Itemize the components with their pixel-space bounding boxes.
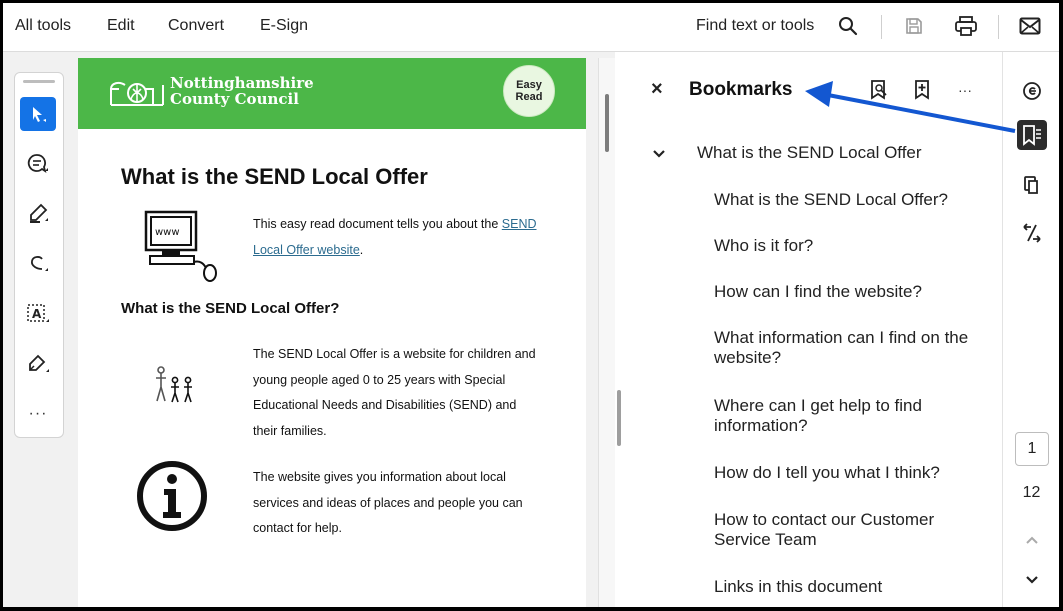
svg-text:A: A [32, 307, 42, 321]
panel-drag-handle[interactable] [23, 80, 55, 83]
bookmarks-more-button[interactable]: ··· [953, 78, 977, 102]
document-scrollbar[interactable] [598, 58, 616, 607]
chevron-down-icon[interactable] [1017, 565, 1047, 595]
intro-end: . [359, 242, 364, 257]
easy-read-badge: Easy Read [503, 65, 555, 117]
bookmark-item[interactable]: What information can I find on the websi… [714, 328, 984, 368]
intro-text: This easy read document tells you about … [253, 217, 499, 231]
document-page: Nottinghamshire County Council Easy Read… [78, 58, 586, 607]
mail-icon[interactable] [1017, 13, 1043, 39]
document-viewer: Nottinghamshire County Council Easy Read… [78, 52, 616, 607]
select-cursor-icon[interactable] [20, 97, 56, 131]
scrollbar-thumb[interactable] [605, 94, 609, 152]
current-page-input[interactable]: 1 [1015, 432, 1049, 466]
toolbar-divider [998, 15, 999, 39]
bookmark-item[interactable]: Who is it for? [714, 236, 984, 256]
bookmark-parent[interactable]: What is the SEND Local Offer [697, 143, 922, 163]
menu-edit[interactable]: Edit [107, 17, 135, 35]
bookmark-item[interactable]: How can I find the website? [714, 282, 984, 302]
section-heading: What is the SEND Local Offer? [121, 300, 340, 317]
bookmark-item[interactable]: What is the SEND Local Offer? [714, 190, 984, 210]
sign-icon[interactable] [20, 347, 56, 381]
right-icon-rail: 1 12 [1002, 52, 1059, 607]
text-select-icon[interactable]: A [20, 297, 56, 331]
www-label: www [155, 227, 180, 238]
computer-www-icon: www [140, 208, 222, 287]
bookmarks-title: Bookmarks [689, 79, 793, 100]
bookmarks-panel: × Bookmarks ··· What is the SEND Local O… [625, 52, 1002, 607]
bookmark-item[interactable]: Links in this document [714, 577, 984, 597]
panel-splitter[interactable] [615, 52, 625, 607]
add-bookmark-icon[interactable] [910, 78, 934, 102]
bookmark-panel-icon[interactable] [1017, 120, 1047, 150]
menu-esign[interactable]: E-Sign [260, 17, 308, 35]
left-tool-rail: A ··· [3, 52, 78, 607]
intro-paragraph: This easy read document tells you about … [253, 212, 543, 263]
comment-icon[interactable] [20, 147, 56, 181]
council-name: Nottinghamshire County Council [170, 75, 314, 107]
bookmark-item[interactable]: How do I tell you what I think? [714, 463, 984, 483]
chevron-up-icon[interactable] [1017, 525, 1047, 555]
top-menu-bar: All tools Edit Convert E-Sign Find text … [3, 3, 1059, 52]
draw-freehand-icon[interactable] [20, 247, 56, 281]
document-title: What is the SEND Local Offer [121, 164, 428, 189]
council-name-line2: County Council [170, 90, 299, 108]
information-paragraph: The website gives you information about … [253, 470, 523, 535]
menu-convert[interactable]: Convert [168, 17, 224, 35]
splitter-handle[interactable] [617, 390, 621, 446]
information-icon [136, 460, 208, 537]
comment-panel-icon[interactable] [1017, 76, 1047, 106]
compare-icon[interactable] [1017, 218, 1047, 248]
easy-read-line2: Read [515, 91, 543, 103]
bookmark-item[interactable]: Where can I get help to find information… [714, 396, 984, 436]
council-banner: Nottinghamshire County Council Easy Read [78, 58, 586, 129]
print-icon[interactable] [953, 13, 979, 39]
easy-read-line1: Easy [516, 79, 542, 91]
pages-icon[interactable] [1017, 170, 1047, 200]
save-icon[interactable] [901, 13, 927, 39]
chevron-down-icon[interactable] [652, 146, 666, 164]
council-logo-icon [109, 79, 165, 112]
close-panel-button[interactable]: × [651, 78, 663, 101]
find-text-or-tools[interactable]: Find text or tools [696, 17, 814, 35]
description-paragraph: The SEND Local Offer is a website for ch… [253, 347, 536, 438]
search-icon[interactable] [835, 13, 861, 39]
highlight-pen-icon[interactable] [20, 197, 56, 231]
app-window: All tools Edit Convert E-Sign Find text … [3, 3, 1059, 607]
total-pages: 12 [1022, 484, 1041, 501]
more-tools-icon[interactable]: ··· [20, 397, 56, 431]
people-family-icon [153, 366, 197, 409]
bookmark-item[interactable]: How to contact our Customer Service Team [714, 510, 984, 550]
quick-tools-panel: A ··· [14, 72, 64, 438]
menu-all-tools[interactable]: All tools [15, 17, 71, 35]
bookmark-search-icon[interactable] [867, 78, 891, 102]
council-name-line1: Nottinghamshire [170, 74, 314, 92]
toolbar-divider [881, 15, 882, 39]
